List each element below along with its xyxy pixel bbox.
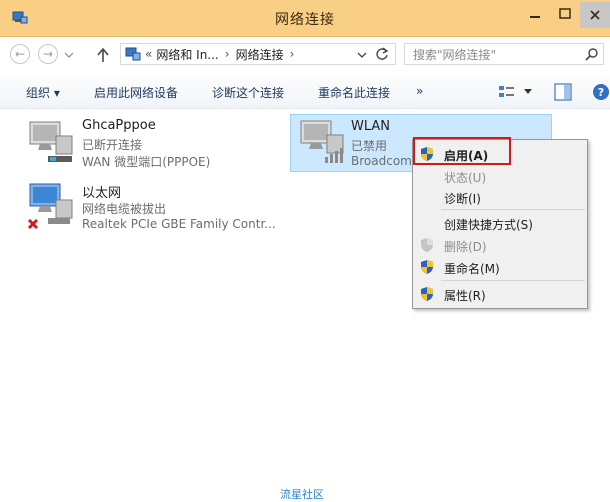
connection-ethernet[interactable]: 以太网 网络电缆被拔出 Realtek PCIe GBE Family Cont… [24,178,286,236]
up-button[interactable] [96,47,110,63]
window-title: 网络连接 [275,12,335,28]
back-button[interactable]: ← [10,44,30,64]
menu-item-label: 启用(A) [444,149,489,163]
uac-shield-icon [421,287,433,301]
connection-name: GhcaPppoe [82,118,156,133]
svg-text:?: ? [598,86,604,99]
maximize-button[interactable] [552,0,578,28]
forward-button[interactable]: → [38,44,58,64]
close-button[interactable] [580,2,610,28]
address-separator[interactable]: › [225,47,230,61]
rename-button[interactable]: 重命名此连接 [318,84,390,101]
menu-item-label: 重命名(M) [444,262,500,276]
address-separator[interactable]: › [290,47,295,61]
connection-name: WLAN [351,119,391,134]
refresh-icon[interactable] [375,47,389,61]
minimize-icon [530,16,540,18]
menu-item-diagnose[interactable]: 诊断(I) [413,186,587,208]
more-commands-button[interactable]: » [416,84,423,98]
menu-item-rename[interactable]: 重命名(M) [413,256,587,278]
connection-device: Broadcom [351,154,412,168]
menu-item-label: 诊断(I) [444,192,481,206]
menu-item-delete[interactable]: 删除(D) [413,234,587,256]
network-folder-icon [125,47,141,61]
maximize-icon [559,8,571,19]
navigation-bar: ← → « 网络和 In... › 网络连接 › 搜索"网络连接" [0,37,610,71]
address-overflow[interactable]: « [145,47,152,61]
change-view-icon[interactable] [498,84,516,100]
menu-item-create-shortcut[interactable]: 创建快捷方式(S) [413,212,587,234]
title-bar: 网络连接 [0,0,610,37]
connection-ghcapppoe[interactable]: GhcaPppoe 已断开连接 WAN 微型端口(PPPOE) [24,114,274,172]
menu-item-label: 删除(D) [444,240,487,254]
menu-item-label: 属性(R) [444,289,486,303]
address-bar[interactable]: « 网络和 In... › 网络连接 › [120,43,396,65]
address-segment-network-internet[interactable]: 网络和 In... [156,46,218,63]
search-icon[interactable] [585,48,598,61]
close-icon [590,10,600,20]
connection-device: WAN 微型端口(PPPOE) [82,155,211,169]
menu-item-status[interactable]: 状态(U) [413,165,587,187]
menu-item-properties[interactable]: 属性(R) [413,283,587,305]
uac-shield-icon [421,147,433,161]
arrow-left-icon: ← [14,47,26,61]
wlan-icon [300,120,344,163]
menu-separator [441,280,585,281]
view-options-dropdown[interactable] [524,89,532,95]
connection-status: 已断开连接 [82,138,143,152]
address-segment-network-connections[interactable]: 网络连接 [236,46,284,63]
menu-item-enable[interactable]: 启用(A) [413,143,587,165]
recent-locations-dropdown[interactable] [64,51,74,59]
context-menu: 启用(A) 状态(U) 诊断(I) 创建快捷方式(S) 删除(D) 重命名(M)… [412,139,588,309]
connection-status: 已禁用 [351,139,388,153]
address-dropdown-icon[interactable] [357,51,367,59]
connection-device: Realtek PCIe GBE Family Contr... [82,217,276,231]
search-input[interactable]: 搜索"网络连接" [404,43,604,65]
menu-separator [441,209,585,210]
menu-item-label: 创建快捷方式(S) [444,218,533,232]
enable-device-button[interactable]: 启用此网络设备 [94,84,178,101]
ethernet-icon [27,183,73,230]
command-bar: 组织 ▾ 启用此网络设备 诊断这个连接 重命名此连接 » ? [0,76,610,109]
diagnose-button[interactable]: 诊断这个连接 [212,84,284,101]
uac-shield-disabled-icon [421,238,433,252]
arrow-right-icon: → [42,47,54,61]
connection-status: 网络电缆被拔出 [82,202,167,216]
preview-pane-icon[interactable] [554,83,572,101]
search-placeholder: 搜索"网络连接" [413,47,497,62]
help-icon[interactable]: ? [592,83,610,101]
minimize-button[interactable] [522,0,548,28]
menu-item-label: 状态(U) [444,171,487,185]
wan-miniport-icon [29,121,73,162]
connection-name: 以太网 [82,186,122,201]
organize-menu[interactable]: 组织 ▾ [26,84,60,101]
uac-shield-icon [421,260,433,274]
